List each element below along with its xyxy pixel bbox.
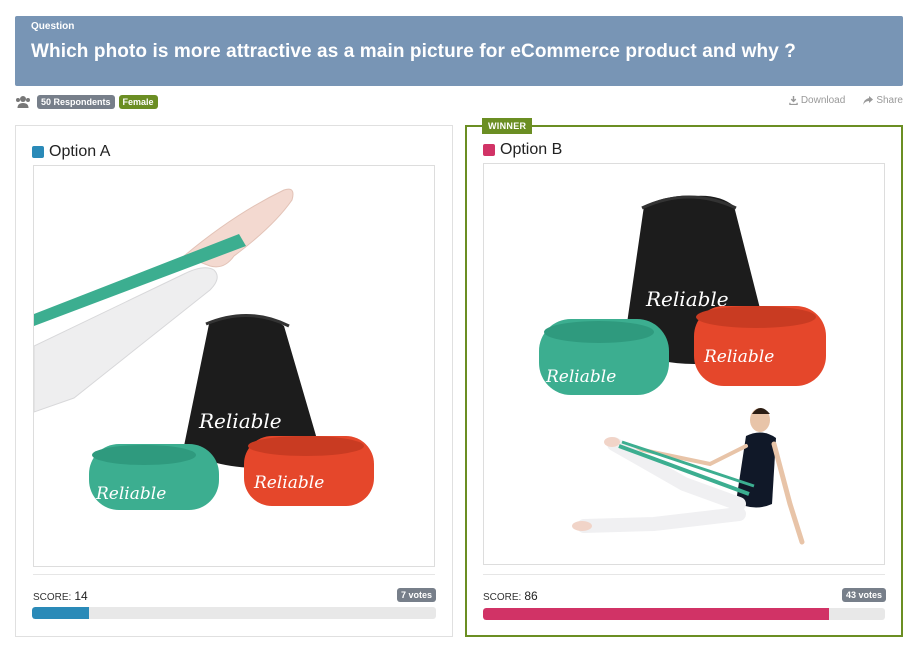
option-b-score-label: SCORE: <box>483 592 522 603</box>
audience-badge: Female <box>118 95 158 109</box>
option-a-color-square <box>32 146 44 158</box>
actions: Download Share <box>789 95 903 106</box>
download-link[interactable]: Download <box>789 95 845 106</box>
download-icon <box>789 96 798 105</box>
people-icon <box>16 96 30 108</box>
option-a-score-fill <box>32 607 89 619</box>
option-a-votes-badge: 7 votes <box>396 588 436 602</box>
option-b-image[interactable]: Reliable Reliable Reliable <box>483 163 885 565</box>
option-a-score-value: 14 <box>74 589 88 603</box>
option-b-title-text: Option B <box>500 141 563 158</box>
option-b-score-value: 86 <box>524 589 538 603</box>
option-a-image[interactable]: Reliable Reliable Reliable <box>33 165 435 567</box>
option-a-bag-brand: Reliable <box>198 409 282 433</box>
share-label: Share <box>876 95 903 106</box>
option-b-score-fill <box>483 608 829 620</box>
option-a-title-text: Option A <box>49 143 111 160</box>
option-a-photo: Reliable Reliable Reliable <box>34 188 374 510</box>
option-a-red-brand: Reliable <box>253 473 324 493</box>
question-label: Question <box>31 21 75 32</box>
winner-badge: WINNER <box>482 118 533 134</box>
option-b-title: Option B <box>483 141 562 159</box>
question-text: Which photo is more attractive as a main… <box>31 41 796 62</box>
meta-row: 50 Respondents Female <box>15 94 158 110</box>
option-a-teal-brand: Reliable <box>95 484 166 504</box>
option-b-color-square <box>483 144 495 156</box>
option-b-teal-brand: Reliable <box>545 367 616 387</box>
option-b-score-bar <box>483 608 885 620</box>
option-b-votes-badge: 43 votes <box>841 588 886 602</box>
option-a-divider <box>33 574 435 575</box>
question-header: Question Which photo is more attractive … <box>15 16 903 86</box>
download-label: Download <box>800 95 846 106</box>
option-b-divider <box>483 574 885 575</box>
option-b-score: SCORE: 86 <box>483 589 538 603</box>
option-a-score-bar <box>32 607 436 619</box>
share-icon <box>863 96 874 105</box>
dancer-figure <box>572 408 805 545</box>
option-a-score-label: SCORE: <box>33 592 72 603</box>
share-link[interactable]: Share <box>863 95 903 106</box>
option-a-score: SCORE: 14 <box>33 589 88 603</box>
option-b-red-brand: Reliable <box>703 347 774 367</box>
respondents-badge: 50 Respondents <box>37 95 115 109</box>
option-b-photo: Reliable Reliable Reliable <box>539 195 826 545</box>
option-a-title: Option A <box>32 143 110 161</box>
